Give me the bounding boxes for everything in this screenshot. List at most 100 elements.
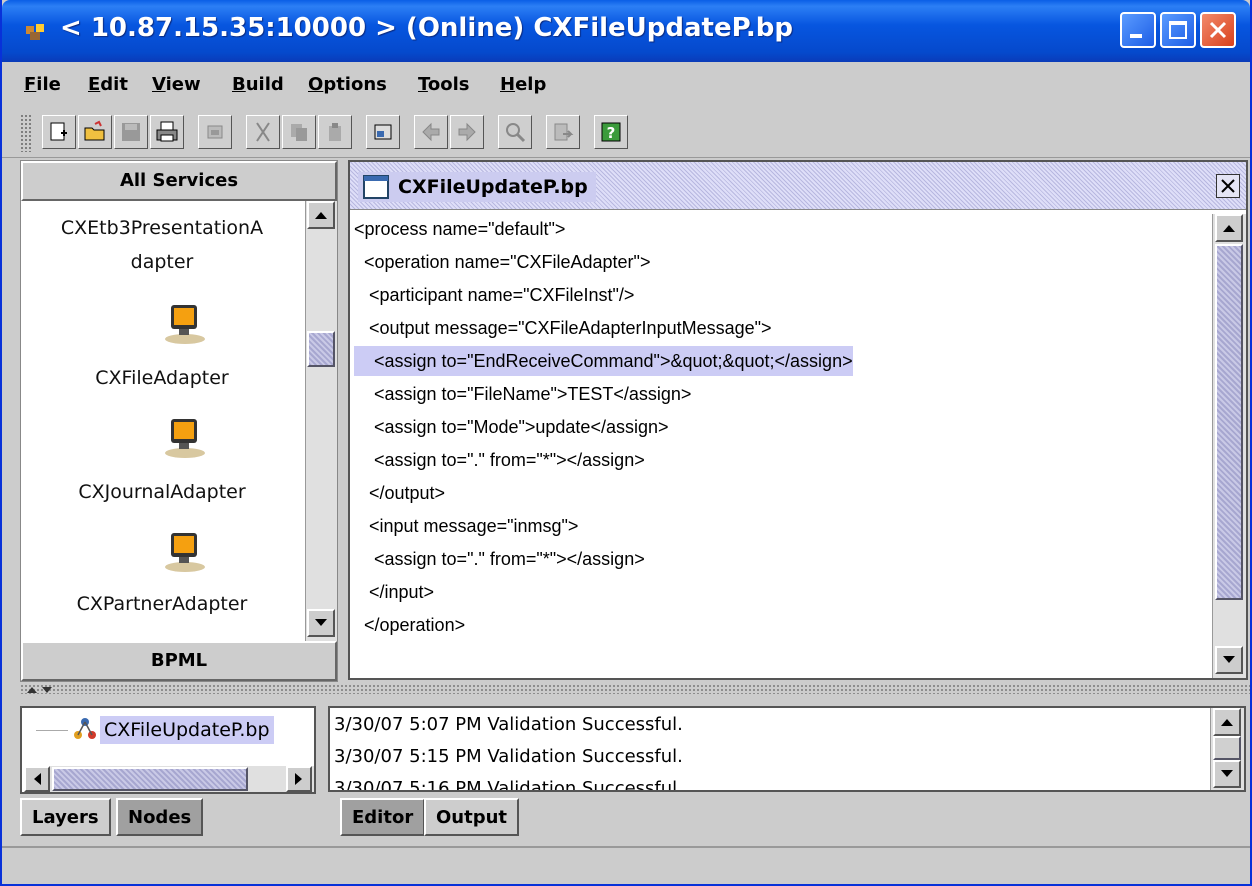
back-icon (422, 122, 440, 142)
scroll-up-button[interactable] (307, 201, 335, 229)
save-button[interactable] (114, 115, 148, 149)
paste-icon (329, 123, 341, 141)
document-icon (363, 175, 389, 199)
code-line: <output message="CXFileAdapterInputMessa… (354, 318, 772, 338)
computer-icon[interactable] (161, 297, 209, 345)
cut-button[interactable] (246, 115, 280, 149)
scroll-down-button[interactable] (1213, 760, 1241, 788)
menu-tools[interactable]: Tools (418, 74, 470, 95)
find-button[interactable] (498, 115, 532, 149)
editor-tab[interactable]: CXFileUpdateP.bp (358, 172, 596, 202)
arrow-up-icon (1221, 719, 1233, 726)
menu-help[interactable]: Help (500, 74, 546, 95)
toolbar: ? (2, 110, 1250, 158)
find-icon (506, 123, 526, 143)
minimize-button[interactable] (1120, 12, 1156, 48)
paste-button[interactable] (318, 115, 352, 149)
computer-icon[interactable] (161, 525, 209, 573)
svg-text:?: ? (607, 124, 616, 142)
tree-connector (36, 730, 68, 731)
scroll-down-button[interactable] (307, 609, 335, 637)
tab-nodes[interactable]: Nodes (116, 798, 204, 836)
application-window: < 10.87.15.35:10000 > (Online) CXFileUpd… (0, 0, 1252, 886)
output-line: 3/30/07 5:15 PM Validation Successful. (334, 746, 683, 767)
menu-file[interactable]: File (24, 74, 61, 95)
toolbar-grip[interactable] (20, 114, 32, 152)
service-label-cxpartneradapter[interactable]: CXPartnerAdapter (21, 593, 303, 615)
code-editor[interactable]: <process name="default"> <operation name… (354, 214, 1204, 674)
print-icon (156, 121, 178, 142)
save-icon (122, 123, 140, 141)
scroll-thumb[interactable] (1213, 736, 1241, 760)
code-line: <assign to="." from="*"></assign> (354, 549, 645, 569)
new-button[interactable] (42, 115, 76, 149)
scroll-left-button[interactable] (24, 766, 50, 792)
tree-hscrollbar[interactable] (24, 766, 314, 792)
open-button[interactable] (78, 115, 112, 149)
output-scrollbar[interactable] (1210, 708, 1244, 790)
editor-panel: CXFileUpdateP.bp <process name="default"… (348, 160, 1248, 680)
help-button[interactable]: ? (594, 115, 628, 149)
print-button[interactable] (150, 115, 184, 149)
window-icon (207, 125, 223, 139)
copy-icon (291, 124, 307, 141)
forward-button[interactable] (450, 115, 484, 149)
maximize-icon (1169, 21, 1187, 39)
close-icon (1209, 21, 1227, 39)
service-label-cxfileadapter[interactable]: CXFileAdapter (21, 367, 303, 389)
menu-options[interactable]: Options (308, 74, 387, 95)
service-label-cxetb3-2[interactable]: dapter (21, 251, 303, 273)
menu-edit[interactable]: Edit (88, 74, 128, 95)
code-line: </operation> (354, 615, 466, 635)
forward-icon (458, 122, 476, 142)
editor-title-bar[interactable]: CXFileUpdateP.bp (350, 162, 1246, 210)
code-line: <assign to="FileName">TEST</assign> (354, 384, 692, 404)
all-services-header[interactable]: All Services (21, 161, 337, 201)
scroll-down-button[interactable] (1215, 646, 1243, 674)
code-line: <assign to="." from="*"></assign> (354, 450, 645, 470)
cut-icon (256, 122, 270, 142)
computer-icon[interactable] (161, 411, 209, 459)
output-panel[interactable]: 3/30/07 5:07 PM Validation Successful. 3… (328, 706, 1246, 792)
services-scrollbar[interactable] (305, 201, 337, 641)
scroll-right-button[interactable] (286, 766, 312, 792)
menu-build[interactable]: Build (232, 74, 284, 95)
scroll-thumb[interactable] (1215, 244, 1243, 600)
arrow-up-icon (315, 212, 327, 219)
app-icon (26, 24, 44, 40)
copy-button[interactable] (282, 115, 316, 149)
tree-panel: CXFileUpdateP.bp (20, 706, 316, 794)
splitter-arrows-icon[interactable] (26, 686, 66, 694)
code-line: <process name="default"> (354, 219, 566, 239)
new-icon (50, 122, 67, 141)
tab-layers[interactable]: Layers (20, 798, 111, 836)
maximize-button[interactable] (1160, 12, 1196, 48)
bpml-header[interactable]: BPML (21, 641, 337, 681)
window-button[interactable] (198, 115, 232, 149)
tree-item-process[interactable]: CXFileUpdateP.bp (100, 716, 274, 744)
output-line: 3/30/07 5:07 PM Validation Successful. (334, 714, 683, 735)
close-button[interactable] (1200, 12, 1236, 48)
editor-scrollbar[interactable] (1212, 214, 1246, 678)
service-label-cxjournaladapter[interactable]: CXJournalAdapter (21, 481, 303, 503)
status-bar (2, 846, 1250, 884)
horizontal-splitter[interactable] (20, 684, 1250, 694)
back-button[interactable] (414, 115, 448, 149)
editor-close-button[interactable] (1216, 174, 1240, 198)
scroll-up-button[interactable] (1213, 708, 1241, 736)
code-line: <input message="inmsg"> (354, 516, 579, 536)
scroll-thumb[interactable] (307, 331, 335, 367)
scroll-up-button[interactable] (1215, 214, 1243, 242)
preview-button[interactable] (366, 115, 400, 149)
menu-view[interactable]: View (152, 74, 201, 95)
close-icon (1221, 179, 1235, 193)
code-line: <assign to="Mode">update</assign> (354, 417, 669, 437)
open-icon (84, 120, 105, 141)
tab-editor[interactable]: Editor (340, 798, 426, 836)
tab-output[interactable]: Output (424, 798, 520, 836)
service-label-cxetb3-1[interactable]: CXEtb3PresentationA (21, 217, 303, 239)
process-icon (74, 718, 96, 739)
scroll-thumb[interactable] (52, 767, 248, 791)
title-bar[interactable]: < 10.87.15.35:10000 > (Online) CXFileUpd… (2, 0, 1250, 62)
export-button[interactable] (546, 115, 580, 149)
